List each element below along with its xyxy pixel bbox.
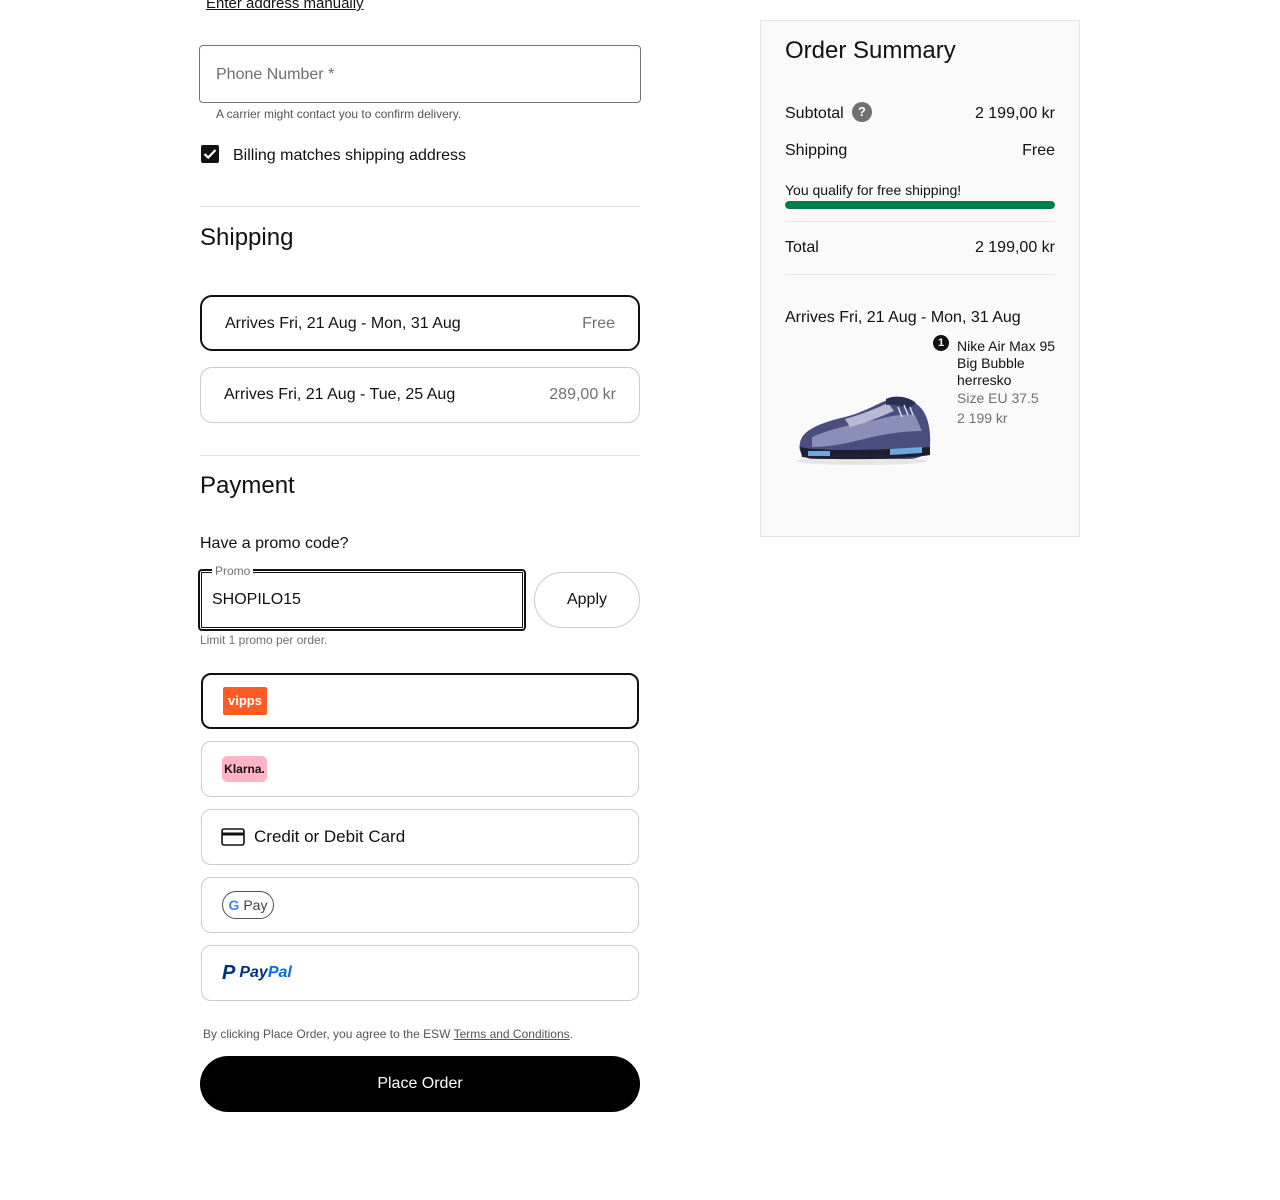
shipping-label: Shipping	[785, 142, 848, 159]
divider	[785, 221, 1055, 222]
paypal-logo: P PayPal	[222, 962, 292, 985]
payment-method-klarna[interactable]: Klarna.	[201, 741, 639, 797]
shipping-value: Free	[1022, 142, 1055, 159]
payment-method-google-pay[interactable]: G Pay	[201, 877, 639, 933]
shipping-option-price: Free	[582, 315, 615, 332]
free-shipping-message: You qualify for free shipping!	[785, 182, 962, 198]
paypal-text-pal: Pal	[267, 964, 292, 981]
quantity-badge: 1	[933, 335, 949, 351]
shipping-option-standard[interactable]: Arrives Fri, 21 Aug - Mon, 31 Aug Free	[200, 295, 640, 351]
phone-helper-text: A carrier might contact you to confirm d…	[216, 107, 462, 121]
card-payment-label: Credit or Debit Card	[254, 827, 406, 846]
product-size: Size EU 37.5	[957, 390, 1039, 406]
enter-address-manually-link[interactable]: Enter address manually	[206, 0, 364, 12]
shipping-option-express[interactable]: Arrives Fri, 21 Aug - Tue, 25 Aug 289,00…	[200, 367, 640, 423]
checkmark-icon	[203, 149, 217, 160]
total-value: 2 199,00 kr	[974, 239, 1055, 256]
product-image	[796, 396, 931, 465]
promo-field-label: Promo	[212, 564, 254, 578]
payment-method-vipps[interactable]: vipps	[201, 673, 639, 729]
paypal-text-pay: Pay	[239, 964, 268, 981]
google-pay-text: Pay	[243, 897, 268, 913]
vipps-logo: vipps	[223, 687, 267, 715]
paypal-p-icon: P	[222, 962, 236, 984]
terms-suffix: .	[569, 1027, 573, 1041]
terms-text: By clicking Place Order, you agree to th…	[203, 1027, 573, 1041]
subtotal-label: Subtotal	[785, 105, 844, 122]
order-summary-title: Order Summary	[785, 37, 956, 64]
billing-checkbox-label: Billing matches shipping address	[233, 147, 467, 164]
credit-card-icon	[221, 828, 245, 846]
shipping-title: Shipping	[200, 224, 294, 251]
shipping-option-label: Arrives Fri, 21 Aug - Mon, 31 Aug	[225, 315, 461, 332]
place-order-button[interactable]: Place Order	[200, 1056, 640, 1112]
terms-prefix: By clicking Place Order, you agree to th…	[203, 1027, 454, 1041]
payment-title: Payment	[200, 472, 295, 499]
klarna-logo: Klarna.	[222, 756, 267, 782]
terms-link[interactable]: Terms and Conditions	[454, 1027, 570, 1041]
free-shipping-progress-bar	[785, 201, 1055, 209]
payment-method-card[interactable]: Credit or Debit Card	[201, 809, 639, 865]
billing-checkbox[interactable]	[201, 145, 219, 163]
divider	[785, 274, 1055, 275]
payment-method-paypal[interactable]: P PayPal	[201, 945, 639, 1001]
shipping-option-price: 289,00 kr	[549, 386, 616, 403]
total-label: Total	[785, 239, 819, 256]
promo-question: Have a promo code?	[200, 535, 349, 552]
promo-limit-text: Limit 1 promo per order.	[200, 633, 328, 647]
product-price: 2 199 kr	[957, 410, 1008, 426]
product-name: Nike Air Max 95 Big Bubble herresko	[957, 338, 1056, 388]
phone-number-placeholder: Phone Number *	[216, 66, 335, 83]
subtotal-value: 2 199,00 kr	[974, 105, 1055, 122]
free-shipping-progress-fill	[785, 201, 1055, 209]
divider	[200, 206, 640, 207]
phone-number-field[interactable]: Phone Number *	[199, 45, 641, 103]
google-g-icon: G	[228, 897, 240, 913]
summary-arrival-date: Arrives Fri, 21 Aug - Mon, 31 Aug	[785, 309, 1021, 326]
help-icon[interactable]: ?	[852, 102, 872, 122]
apply-promo-button[interactable]: Apply	[534, 572, 640, 628]
promo-code-value: SHOPILO15	[212, 591, 301, 608]
divider	[200, 455, 640, 456]
shipping-option-label: Arrives Fri, 21 Aug - Tue, 25 Aug	[224, 386, 456, 403]
google-pay-logo: G Pay	[222, 891, 274, 919]
